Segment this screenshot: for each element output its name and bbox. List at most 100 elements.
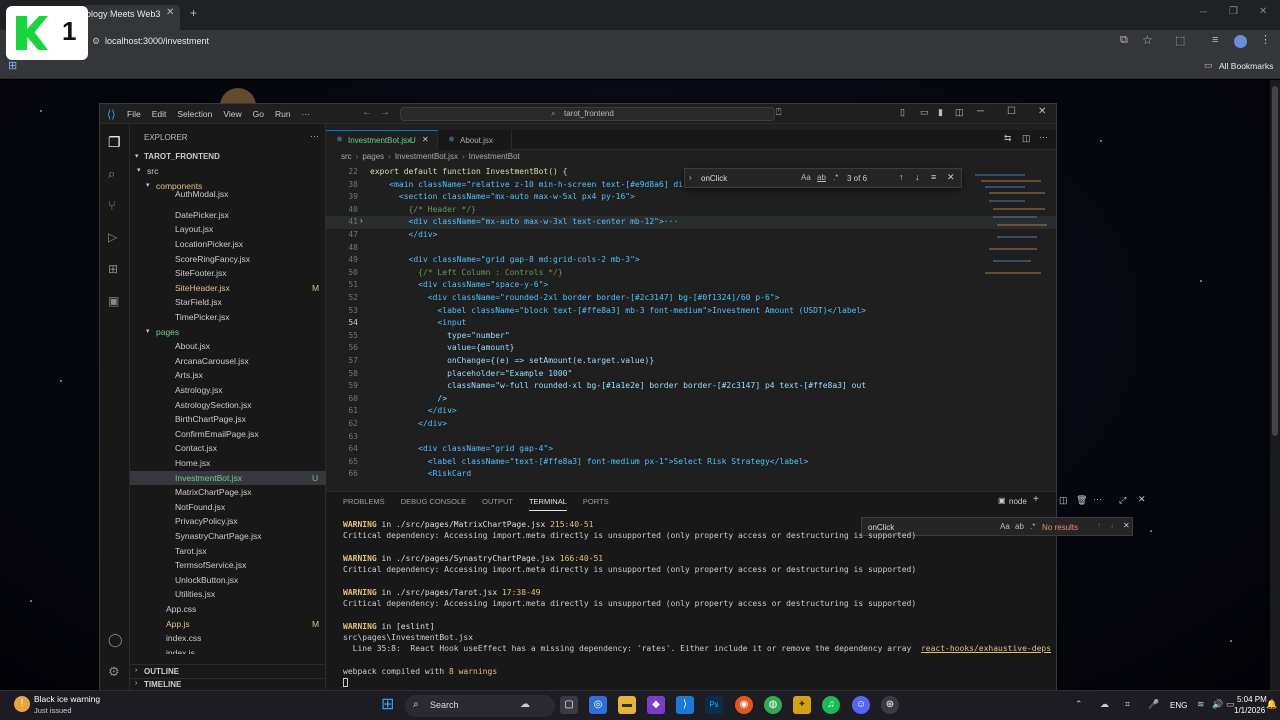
restore-icon[interactable]: ❐	[1229, 6, 1238, 17]
tree-file[interactable]: App.css	[130, 602, 326, 617]
bell-icon[interactable]: 🔔	[1266, 699, 1277, 710]
more-icon[interactable]: ⋮	[1260, 33, 1271, 46]
match-case-icon[interactable]: Aa	[801, 173, 811, 182]
search-view-icon[interactable]: ⌕	[108, 166, 115, 182]
menu-item[interactable]: Run	[275, 109, 291, 119]
terminal-output[interactable]: WARNING in ./src/pages/MatrixChartPage.j…	[326, 519, 1056, 689]
start-button[interactable]: ⊞	[381, 697, 394, 713]
menu-item[interactable]: View	[223, 109, 241, 119]
clock-time[interactable]: 5:04 PM	[1237, 695, 1267, 704]
tree-file[interactable]: ScoreRingFancy.jsx	[130, 252, 326, 267]
tree-file[interactable]: PrivacyPolicy.jsx	[130, 514, 326, 529]
mic-icon[interactable]: 🎤	[1148, 699, 1159, 710]
onedrive-icon[interactable]: ☁	[1100, 699, 1109, 710]
tree-file[interactable]: Layout.jsx	[130, 222, 326, 237]
github-desktop-icon[interactable]: ⊛	[881, 696, 899, 714]
page-scrollbar[interactable]	[1270, 80, 1280, 690]
next-match-icon[interactable]: ↓	[915, 172, 920, 182]
remote-explorer-icon[interactable]: ▣	[108, 294, 119, 308]
breadcrumb-item[interactable]: src	[341, 152, 352, 164]
discord-icon[interactable]: ☺	[852, 696, 870, 714]
panel-tab[interactable]: TERMINAL	[528, 497, 567, 511]
find-input[interactable]: onClick	[701, 174, 727, 183]
tree-file[interactable]: AstrologySection.jsx	[130, 398, 326, 413]
apps-grid-icon[interactable]: ⊞	[8, 59, 17, 72]
extensions-view-icon[interactable]: ⊞	[108, 262, 118, 276]
split-terminal-icon[interactable]: ◫	[1059, 495, 1068, 506]
new-terminal-icon[interactable]: +	[1033, 494, 1039, 505]
site-info-icon[interactable]: ⚙	[92, 36, 100, 47]
tree-file[interactable]: Utilities.jsx	[130, 587, 326, 602]
tree-file[interactable]: DatePicker.jsx	[130, 208, 326, 223]
breadcrumb-item[interactable]: InvestmentBot	[469, 152, 520, 164]
firefox-icon[interactable]: ◉	[735, 696, 753, 714]
taskbar-search[interactable]: ⌕ Search ☁	[405, 695, 555, 717]
project-title[interactable]: TAROT_FRONTEND	[144, 152, 220, 161]
tree-file[interactable]: TermsofService.jsx	[130, 558, 326, 573]
tree-file[interactable]: StarField.jsx	[130, 295, 326, 310]
tree-file[interactable]: TimePicker.jsx	[130, 310, 326, 325]
app-icon[interactable]: ✦	[793, 696, 811, 714]
vs-minimize-icon[interactable]: ─	[977, 106, 984, 117]
command-search[interactable]: ⌕ tarot_frontend	[400, 107, 775, 121]
tree-file[interactable]: SiteFooter.jsx	[130, 266, 326, 281]
file-explorer-icon[interactable]: ▬	[618, 696, 636, 714]
menu-lines-icon[interactable]: ≡	[1212, 34, 1218, 46]
explorer-files-icon[interactable]: ❐	[108, 134, 121, 151]
cast-icon[interactable]: ⧉	[1120, 34, 1128, 47]
find-in-selection-icon[interactable]: ≡	[931, 172, 936, 182]
spotify-icon[interactable]: ♫	[822, 696, 840, 714]
tree-file[interactable]: Tarot.jsx	[130, 544, 326, 559]
layout-sidebar-icon[interactable]: ▯	[900, 107, 905, 118]
tree-file[interactable]: ConfirmEmailPage.jsx	[130, 427, 326, 442]
panel-tab[interactable]: PORTS	[583, 497, 609, 511]
tree-file[interactable]: SynastryChartPage.jsx	[130, 529, 326, 544]
close-tab-icon[interactable]: ✕	[166, 7, 174, 18]
chevron-up-icon[interactable]: ⌃	[1075, 699, 1083, 710]
wifi-icon[interactable]: ≋	[1197, 699, 1205, 710]
terminal-name[interactable]: node	[1009, 497, 1027, 506]
tab-close-icon[interactable]: ✕	[422, 135, 429, 144]
all-bookmarks[interactable]: All Bookmarks	[1219, 61, 1273, 71]
kill-terminal-icon[interactable]: 🗑	[1076, 495, 1087, 506]
find-close-icon[interactable]: ✕	[947, 172, 955, 183]
find-expand-icon[interactable]: ›	[689, 173, 692, 182]
clock-date[interactable]: 1/1/2026	[1234, 706, 1265, 715]
volume-icon[interactable]: 🔊	[1212, 699, 1223, 710]
menu-item[interactable]: Selection	[177, 109, 212, 119]
tree-file[interactable]: UnlockButton.jsx	[130, 573, 326, 588]
panel-tab[interactable]: OUTPUT	[482, 497, 513, 511]
network-icon[interactable]: ⌗	[1125, 699, 1130, 710]
tree-file[interactable]: SiteHeader.jsx M	[130, 281, 326, 296]
panel-tab[interactable]: PROBLEMS	[343, 497, 385, 511]
tree-file[interactable]: index.js	[130, 646, 326, 654]
tree-file[interactable]: index.css	[130, 631, 326, 646]
new-tab-icon[interactable]: +	[190, 6, 197, 20]
bookmark-star-icon[interactable]: ☆	[1142, 33, 1153, 47]
editor-tab[interactable]: ⚛ About.jsx	[438, 130, 512, 150]
vscode-app-icon[interactable]: ⟩	[676, 696, 694, 714]
copilot-icon[interactable]: ⍞	[776, 107, 781, 118]
menu-item[interactable]: Go	[253, 109, 264, 119]
vs-maximize-icon[interactable]: ☐	[1007, 106, 1016, 117]
tree-file[interactable]: App.js M	[130, 617, 326, 632]
tree-folder[interactable]: ▾ pages	[130, 325, 326, 340]
tree-folder[interactable]: ▾ src	[130, 164, 326, 179]
tree-file[interactable]: Arts.jsx	[130, 368, 326, 383]
code-view[interactable]: 22 export default function InvestmentBot(…	[326, 166, 1056, 491]
breadcrumb-item[interactable]: pages	[362, 152, 384, 164]
address-bar[interactable]: localhost:3000/investment	[105, 36, 209, 46]
extensions-icon[interactable]: ⬚	[1175, 34, 1185, 47]
previous-match-icon[interactable]: ↑	[1097, 521, 1101, 530]
layout-custom-icon[interactable]: ◫	[955, 107, 964, 118]
chrome-icon[interactable]: ◍	[764, 696, 782, 714]
vs-close-icon[interactable]: ✕	[1038, 106, 1046, 117]
panel-tab[interactable]: DEBUG CONSOLE	[401, 497, 466, 511]
rule-link[interactable]: react-hooks/exhaustive-deps	[921, 644, 1051, 653]
layout-panel-icon[interactable]: ▭	[920, 107, 929, 118]
tree-file[interactable]: Home.jsx	[130, 456, 326, 471]
menu-item[interactable]: ···	[302, 109, 311, 119]
layout-secondary-icon[interactable]: ▮	[938, 107, 943, 118]
tree-file[interactable]: About.jsx	[130, 339, 326, 354]
minimize-icon[interactable]: ─	[1200, 7, 1207, 18]
